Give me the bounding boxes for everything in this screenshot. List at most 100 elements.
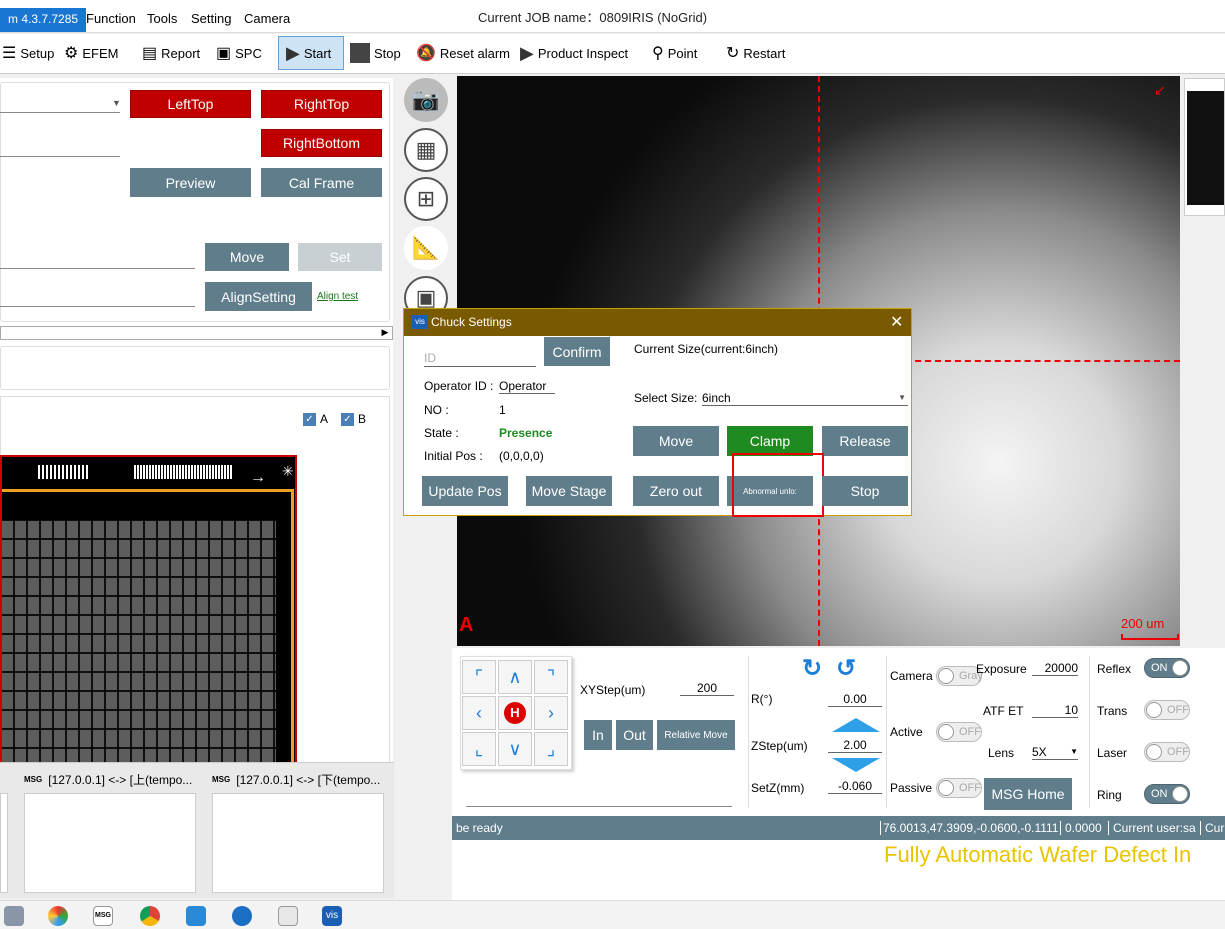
msg-icon[interactable]: MSG — [93, 906, 113, 926]
jog-down-right[interactable]: ⌟ — [534, 732, 568, 766]
clamp-button[interactable]: Clamp — [727, 426, 813, 456]
align-test-link[interactable]: Align test — [317, 291, 358, 302]
preview-title-2[interactable]: MSG [127.0.0.1] <-> [下(tempo... — [212, 771, 380, 788]
preview-title-1[interactable]: MSG [127.0.0.1] <-> [上(tempo... — [24, 771, 192, 788]
cal-frame-button[interactable]: Cal Frame — [261, 168, 382, 197]
preview-thumb-0[interactable] — [0, 793, 8, 893]
menu-function[interactable]: Function — [86, 11, 136, 26]
ring-toggle[interactable]: ON — [1144, 784, 1190, 804]
reflex-toggle[interactable]: ON — [1144, 658, 1190, 678]
chart-app-icon[interactable] — [278, 906, 298, 926]
status-cur: Cur — [1200, 821, 1224, 835]
efem-button[interactable]: ⚙ EFEM — [64, 40, 118, 66]
set-button[interactable]: Set — [298, 243, 382, 271]
spc-button[interactable]: ▣ SPC — [216, 40, 262, 66]
status-coords: 76.0013,47.3909,-0.0600,-0.1111 — [880, 821, 1058, 835]
camera-icon[interactable]: 📷 — [404, 78, 448, 122]
out-button[interactable]: Out — [616, 720, 653, 750]
dialog-stop-button[interactable]: Stop — [822, 476, 908, 506]
jog-up-left[interactable]: ⌜ — [462, 660, 496, 694]
preview-button[interactable]: Preview — [130, 168, 251, 197]
rotate-ccw-icon[interactable]: ↻ — [802, 654, 822, 683]
id-input[interactable]: ID — [424, 347, 536, 367]
setz-input[interactable]: -0.060 — [828, 779, 882, 794]
lefttop-button[interactable]: LeftTop — [130, 90, 251, 118]
exposure-label: Exposure — [976, 662, 1027, 676]
stop-button[interactable]: Stop — [350, 40, 401, 66]
zstep-input[interactable]: 2.00 — [828, 738, 882, 753]
active-toggle[interactable]: OFF — [936, 722, 982, 742]
move-button[interactable]: Move — [205, 243, 289, 271]
menu-tools[interactable]: Tools — [147, 11, 177, 26]
point-button[interactable]: ⚲ Point — [652, 40, 697, 66]
reset-alarm-button[interactable]: 🔕 Reset alarm — [416, 40, 510, 66]
dialog-header: vis Chuck Settings ✕ — [404, 309, 911, 336]
taskbar — [0, 900, 1225, 929]
preview-thumb-2[interactable] — [212, 793, 384, 893]
jog-left[interactable]: ‹ — [462, 696, 496, 730]
state-label: State : — [424, 426, 459, 440]
r-input[interactable]: 0.00 — [828, 692, 882, 707]
move-stage-button[interactable]: Move Stage — [526, 476, 612, 506]
product-inspect-button[interactable]: ▶ Product Inspect — [520, 40, 628, 66]
z-down-icon[interactable] — [832, 758, 880, 772]
zstep-label: ZStep(um) — [751, 739, 808, 753]
zero-out-button[interactable]: Zero out — [633, 476, 719, 506]
start-button[interactable]: ▶ Start — [286, 40, 331, 66]
confirm-button[interactable]: Confirm — [544, 337, 610, 366]
release-button[interactable]: Release — [822, 426, 908, 456]
menu-camera[interactable]: Camera — [244, 11, 290, 26]
explorer-icon[interactable] — [186, 906, 206, 926]
checkbox-a[interactable]: ✓ A — [303, 412, 328, 426]
exposure-input[interactable]: 20000 — [1032, 661, 1078, 676]
passive-toggle[interactable]: OFF — [936, 778, 982, 798]
update-pos-button[interactable]: Update Pos — [422, 476, 508, 506]
horizontal-scrollbar[interactable]: ▶ — [0, 326, 393, 340]
menu-setting[interactable]: Setting — [191, 11, 231, 26]
laser-toggle[interactable]: OFF — [1144, 742, 1190, 762]
righttop-button[interactable]: RightTop — [261, 90, 382, 118]
wafer-map[interactable]: → ✳ — [0, 455, 297, 766]
photos-icon[interactable] — [48, 906, 68, 926]
jog-down-left[interactable]: ⌞ — [462, 732, 496, 766]
jog-up[interactable]: ∧ — [498, 660, 532, 694]
setup-button[interactable]: ☰ Setup — [2, 40, 54, 66]
dialog-move-button[interactable]: Move — [633, 426, 719, 456]
lens-dropdown[interactable]: 5X ▼ — [1032, 745, 1078, 760]
check-icon: ✓ — [341, 412, 354, 426]
close-icon[interactable]: ✕ — [890, 312, 903, 332]
vis-app-icon[interactable]: vis — [322, 906, 342, 926]
wafer-list-icon[interactable]: ⊞ — [404, 177, 448, 221]
browser-icon[interactable] — [232, 906, 252, 926]
in-button[interactable]: In — [584, 720, 612, 750]
status-value: 0.0000 — [1060, 821, 1102, 835]
jog-home[interactable]: H — [498, 696, 532, 730]
rotate-cw-icon[interactable]: ↺ — [836, 654, 856, 683]
jog-right[interactable]: › — [534, 696, 568, 730]
select-size-label: Select Size: — [634, 391, 698, 405]
xystep-input[interactable]: 200 — [680, 681, 734, 696]
select-size-dropdown[interactable]: 6inch ▼ — [702, 391, 908, 406]
checkbox-b[interactable]: ✓ B — [341, 412, 366, 426]
restart-button[interactable]: ↻ Restart — [726, 40, 785, 66]
chrome-icon[interactable] — [140, 906, 160, 926]
atf-input[interactable]: 10 — [1032, 703, 1078, 718]
relative-move-button[interactable]: Relative Move — [657, 720, 735, 750]
z-up-icon[interactable] — [832, 718, 880, 732]
rightbottom-button[interactable]: RightBottom — [261, 129, 382, 157]
chevron-down-icon[interactable]: ▼ — [112, 98, 121, 108]
wafer-grid-icon[interactable]: ▦ — [404, 128, 448, 172]
align-setting-button[interactable]: AlignSetting — [205, 282, 312, 311]
jog-up-right[interactable]: ⌝ — [534, 660, 568, 694]
jog-down[interactable]: ∨ — [498, 732, 532, 766]
trans-toggle[interactable]: OFF — [1144, 700, 1190, 720]
msg-home-button[interactable]: MSG Home — [984, 778, 1072, 810]
report-button[interactable]: ▤ Report — [142, 40, 200, 66]
chevron-down-icon: ▼ — [1070, 747, 1078, 756]
ruler-icon[interactable]: 📐 — [404, 226, 448, 270]
initial-pos-label: Initial Pos : — [424, 449, 483, 463]
app-icon[interactable] — [4, 906, 24, 926]
preview-thumb-1[interactable] — [24, 793, 196, 893]
collapse-icon[interactable]: ↙ — [1154, 82, 1166, 99]
state-value: Presence — [499, 426, 553, 440]
